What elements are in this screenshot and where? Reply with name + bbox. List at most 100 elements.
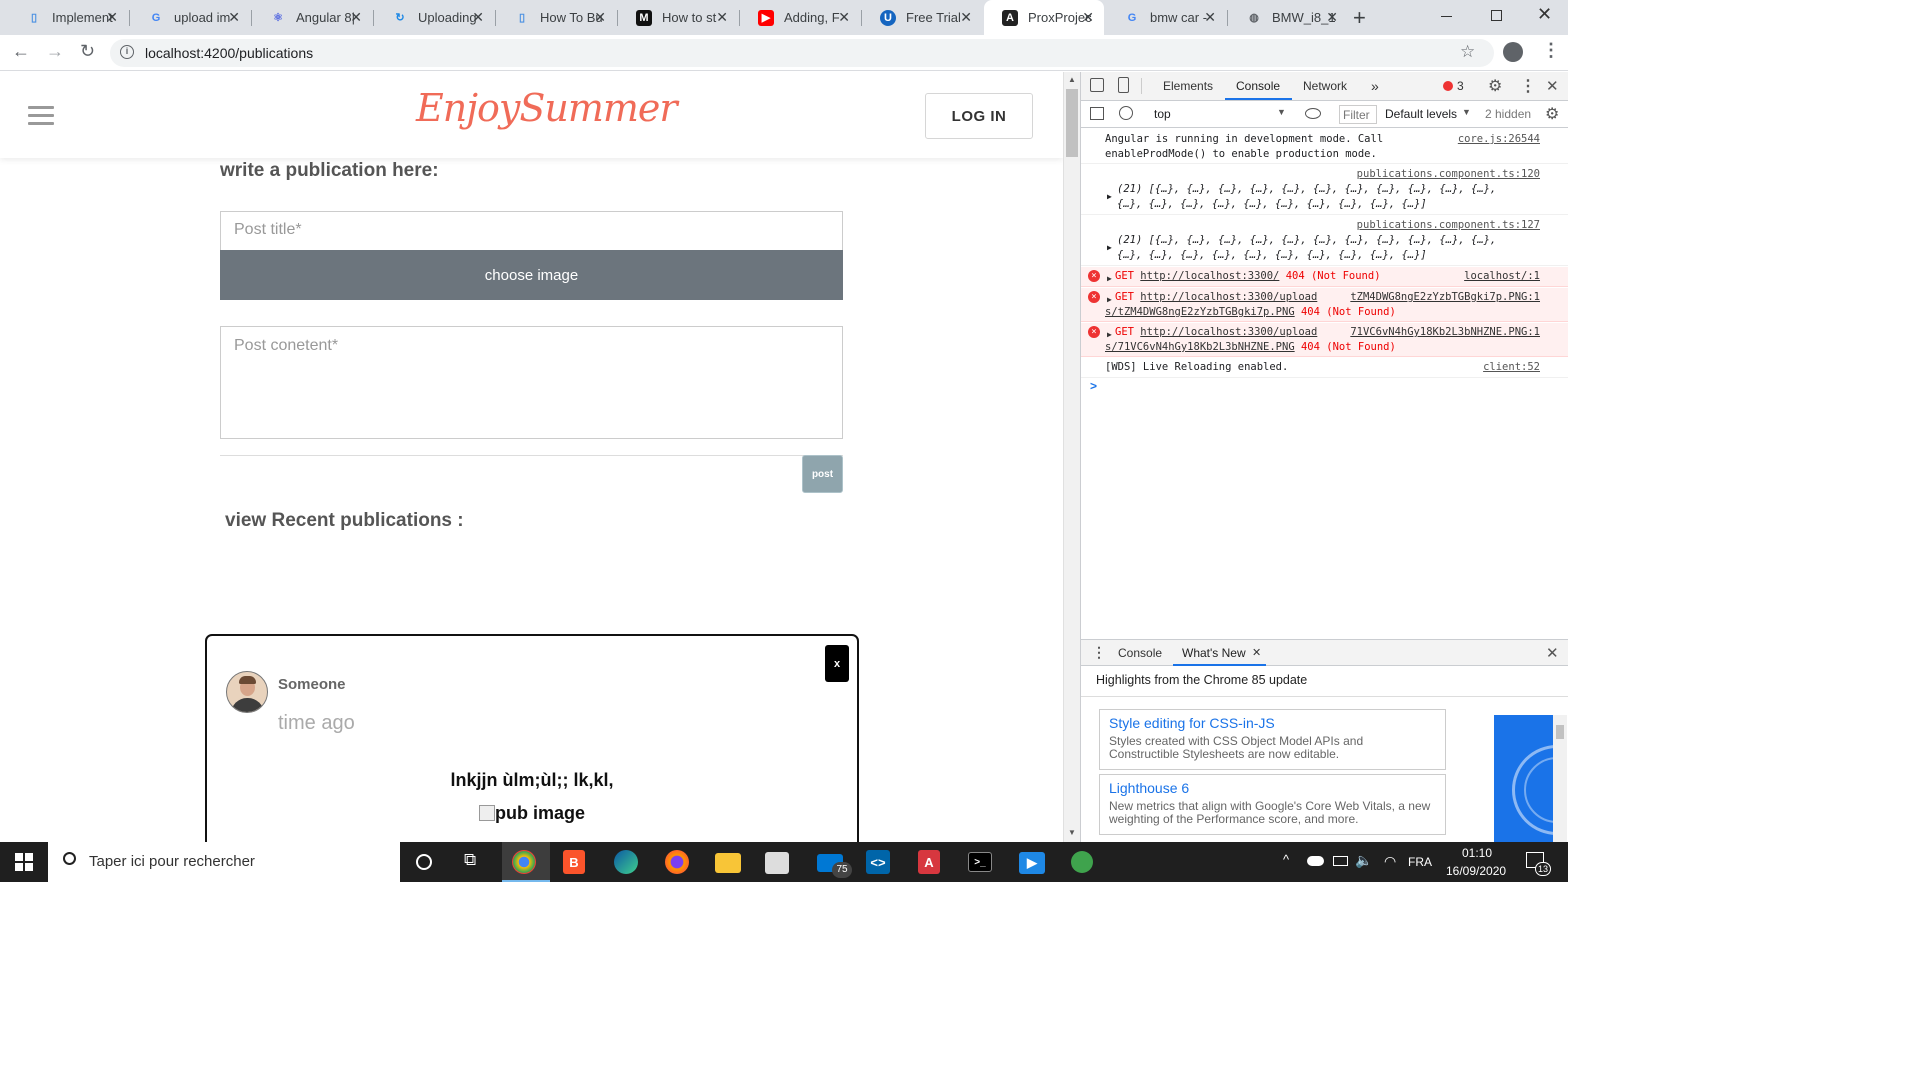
profile-avatar-icon[interactable] (1503, 42, 1523, 62)
settings-gear-icon[interactable]: ⚙ (1488, 76, 1502, 96)
onedrive-icon[interactable] (1307, 856, 1324, 866)
drawer-scrollbar[interactable] (1553, 715, 1567, 842)
taskbar-search-box[interactable]: Taper ici pour rechercher (48, 842, 400, 882)
expand-arrow-icon[interactable]: ▶ (1107, 292, 1112, 307)
browser-tab[interactable]: ◍ BMW_i8_1 ✕ (1228, 0, 1348, 35)
brand-logo[interactable]: EnjoySummer (416, 86, 678, 130)
source-link[interactable]: localhost/:1 (1464, 269, 1540, 284)
browser-tab[interactable]: A ProxProjec ✕ (984, 0, 1104, 35)
media-player-icon[interactable]: ▶ (1019, 852, 1045, 874)
whats-new-item-title[interactable]: Lighthouse 6 (1109, 780, 1436, 796)
source-link[interactable]: 71VC6vN4hGy18Kb2L3bNHZNE.PNG:1 (1350, 325, 1540, 340)
error-badge[interactable]: 3 (1443, 79, 1464, 93)
info-icon[interactable]: i (120, 45, 134, 59)
clear-console-icon[interactable] (1119, 106, 1133, 120)
source-link[interactable]: core.js:26544 (1458, 132, 1540, 147)
back-icon[interactable]: ← (12, 41, 30, 62)
whats-new-item-title[interactable]: Style editing for CSS-in-JS (1109, 715, 1436, 731)
request-url-cont[interactable]: s/tZM4DWG8ngE2zYzbTGBgki7p.PNG (1105, 306, 1295, 318)
choose-image-button[interactable]: choose image (220, 250, 843, 300)
close-tab-icon[interactable]: ✕ (1082, 9, 1094, 26)
close-tab-icon[interactable]: ✕ (472, 9, 484, 26)
acrobat-icon[interactable]: A (918, 850, 940, 874)
request-url[interactable]: http://localhost:3300/upload (1140, 326, 1317, 338)
scroll-down-icon[interactable]: ▼ (1068, 828, 1076, 837)
robomongo-icon[interactable] (1071, 851, 1093, 873)
live-expression-eye-icon[interactable] (1305, 108, 1321, 119)
more-tabs-icon[interactable]: » (1371, 72, 1379, 100)
post-content-textarea[interactable]: Post conetent* (220, 326, 843, 439)
file-explorer-icon[interactable] (715, 853, 741, 873)
firefox-icon[interactable] (665, 850, 689, 874)
post-button[interactable]: post (802, 455, 843, 493)
language-indicator[interactable]: FRA (1408, 855, 1432, 869)
vscode-icon[interactable]: <> (866, 850, 890, 874)
drawer-menu-icon[interactable]: ⋮ (1092, 644, 1106, 661)
inspect-element-icon[interactable] (1090, 78, 1104, 92)
browser-tab[interactable]: M How to st ✕ (618, 0, 738, 35)
expand-arrow-icon[interactable]: ▶ (1107, 327, 1112, 342)
console-text[interactable]: (21) [{…}, {…}, {…}, {…}, {…}, {…}, {…},… (1117, 233, 1527, 263)
forward-icon[interactable]: → (46, 41, 64, 62)
browser-tab[interactable]: Gbmw car - ✕ (1106, 0, 1226, 35)
volume-icon[interactable]: 🔈 (1355, 852, 1372, 869)
close-tab-icon[interactable]: ✕ (594, 9, 606, 26)
post-title-input[interactable]: Post title* (220, 211, 843, 251)
browser-tab[interactable]: ↻ Uploading ✕ (374, 0, 494, 35)
expand-arrow-icon[interactable]: ▶ (1107, 240, 1112, 255)
whats-new-item[interactable]: Style editing for CSS-in-JS Styles creat… (1099, 709, 1446, 770)
close-tab-icon[interactable]: ✕ (1326, 9, 1338, 26)
request-url[interactable]: http://localhost:3300/upload (1140, 291, 1317, 303)
console-settings-icon[interactable]: ⚙ (1545, 104, 1559, 124)
minimize-icon[interactable] (1441, 16, 1452, 17)
console-prompt[interactable]: > (1090, 379, 1097, 393)
show-hidden-icons[interactable]: ^ (1283, 852, 1289, 867)
browser-tab[interactable]: Gupload im ✕ (130, 0, 250, 35)
tab-elements[interactable]: Elements (1163, 72, 1213, 100)
browser-tab[interactable]: U Free Trial ✕ (862, 0, 982, 35)
close-tab-icon[interactable]: ✕ (106, 9, 118, 26)
console-filter-input[interactable]: Filter (1339, 105, 1377, 124)
scroll-up-icon[interactable]: ▲ (1068, 75, 1076, 84)
hamburger-menu-icon[interactable] (28, 106, 54, 130)
store-icon[interactable] (765, 852, 789, 874)
login-button[interactable]: LOG IN (925, 93, 1033, 139)
source-link[interactable]: publications.component.ts:120 (1357, 167, 1540, 182)
edge-icon[interactable] (614, 850, 638, 874)
clock-time[interactable]: 01:10 (1462, 846, 1492, 860)
expand-arrow-icon[interactable]: ▶ (1107, 271, 1112, 286)
devtools-menu-icon[interactable]: ⋮ (1520, 76, 1536, 96)
clock-date[interactable]: 16/09/2020 (1446, 864, 1506, 878)
terminal-icon[interactable]: >_ (968, 852, 992, 872)
close-devtools-icon[interactable]: ✕ (1546, 77, 1559, 95)
log-levels-dropdown[interactable]: Default levels (1385, 107, 1457, 121)
close-tab-icon[interactable]: ✕ (716, 9, 728, 26)
chrome-icon[interactable] (512, 850, 536, 874)
address-bar[interactable]: i localhost:4200/publications ☆ (110, 39, 1494, 67)
scroll-thumb[interactable] (1066, 89, 1078, 157)
request-url[interactable]: http://localhost:3300/ (1140, 270, 1279, 282)
tab-network[interactable]: Network (1303, 72, 1347, 100)
tab-console[interactable]: Console (1236, 72, 1280, 100)
battery-icon[interactable] (1333, 856, 1348, 866)
bookmark-star-icon[interactable]: ☆ (1460, 42, 1475, 62)
reload-icon[interactable]: ↻ (80, 41, 95, 62)
close-tab-icon[interactable]: ✕ (228, 9, 240, 26)
close-tab-icon[interactable]: ✕ (1204, 9, 1216, 26)
close-tab-icon[interactable]: ✕ (1252, 646, 1261, 659)
menu-dots-icon[interactable]: ⋮ (1542, 40, 1560, 61)
delete-publication-button[interactable]: x (825, 645, 849, 682)
url-text[interactable]: localhost:4200/publications (145, 45, 313, 61)
close-tab-icon[interactable]: ✕ (960, 9, 972, 26)
cortana-icon[interactable] (416, 854, 432, 870)
drawer-scroll-thumb[interactable] (1556, 725, 1564, 739)
dropdown-arrow-icon[interactable]: ▼ (1277, 107, 1286, 117)
browser-tab[interactable]: ▯ Implement ✕ (8, 0, 128, 35)
brave-icon[interactable]: B (563, 850, 585, 874)
drawer-tab-console[interactable]: Console (1118, 640, 1162, 668)
sidebar-toggle-icon[interactable] (1090, 107, 1104, 120)
taskbar-search-text[interactable]: Taper ici pour rechercher (89, 853, 255, 870)
wifi-icon[interactable]: ◠ (1384, 853, 1396, 870)
browser-tab[interactable]: ▶ Adding, F ✕ (740, 0, 860, 35)
page-scrollbar[interactable]: ▲ ▼ (1063, 72, 1080, 842)
